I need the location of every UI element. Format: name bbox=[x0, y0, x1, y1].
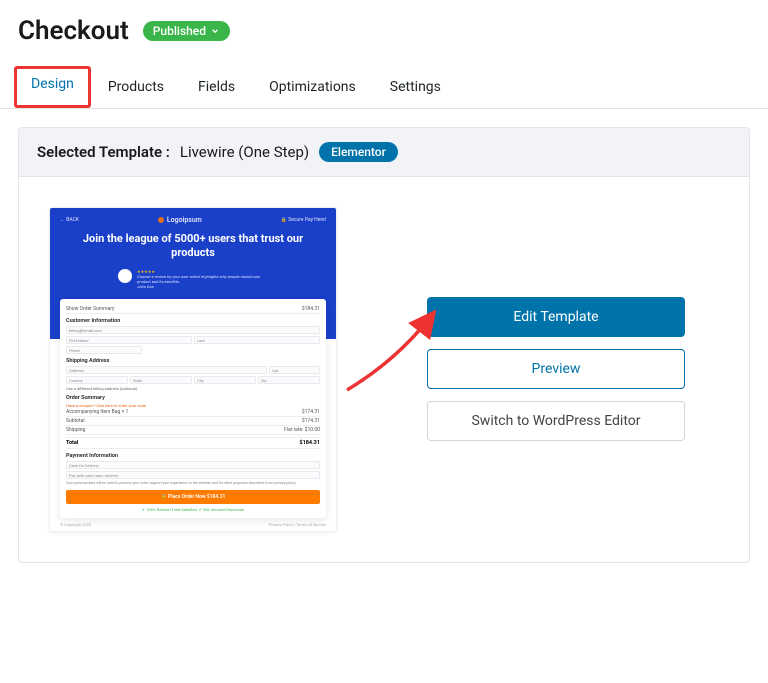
tabs-nav: Design Products Fields Optimizations Set… bbox=[0, 66, 768, 109]
template-preview-thumbnail: ← BACK Logoipsum 🔒 Secure Pay Here! Join… bbox=[49, 207, 337, 532]
line-item-name: Accompanying Item Bag × 1 bbox=[66, 409, 128, 415]
preview-back: ← BACK bbox=[60, 217, 79, 223]
status-badge[interactable]: Published bbox=[143, 21, 230, 41]
template-panel: Selected Template : Livewire (One Step) … bbox=[18, 127, 750, 563]
line-item-price: $174.31 bbox=[302, 409, 320, 415]
section-shipping: Shipping Address bbox=[66, 358, 320, 364]
phone-input: Phone bbox=[66, 346, 142, 354]
order-summary-toggle: Show Order Summary bbox=[66, 306, 114, 312]
preview-review-text: Choose a review by your user which highl… bbox=[137, 274, 268, 284]
state-input: State bbox=[130, 376, 192, 384]
subtotal-value: $174.31 bbox=[302, 418, 320, 424]
builder-pill: Elementor bbox=[319, 142, 398, 162]
total-label: Total bbox=[66, 440, 78, 446]
apt-input: Apt bbox=[269, 366, 320, 374]
section-customer: Customer Information bbox=[66, 318, 320, 324]
trust-badge-2: ✔ SSL Secured Payments bbox=[199, 507, 244, 512]
total-value: $184.31 bbox=[299, 440, 320, 446]
preview-logo: Logoipsum bbox=[158, 216, 202, 224]
tab-design[interactable]: Design bbox=[14, 66, 91, 108]
preview-review-author: John Doe bbox=[137, 284, 268, 289]
city-input: City bbox=[194, 376, 256, 384]
template-name: Livewire (One Step) bbox=[180, 143, 309, 161]
trust-badge-1: ✔ 100% Refund If Not Satisfied bbox=[142, 507, 197, 512]
terms-text: Your personal data will be used to proce… bbox=[66, 481, 320, 486]
preview-copyright: © Copyright 2023 bbox=[60, 522, 91, 527]
payment-cod: Cash On Delivery bbox=[66, 461, 320, 469]
panel-body: ← BACK Logoipsum 🔒 Secure Pay Here! Join… bbox=[19, 177, 749, 562]
page-title: Checkout bbox=[18, 16, 129, 46]
panel-head-label: Selected Template : bbox=[37, 143, 170, 161]
address-input: Address bbox=[66, 366, 267, 374]
tab-optimizations[interactable]: Optimizations bbox=[252, 66, 373, 108]
tab-products[interactable]: Products bbox=[91, 66, 181, 108]
preview-footer-links: Privacy Policy | Terms of Service bbox=[269, 522, 326, 527]
tab-fields[interactable]: Fields bbox=[181, 66, 252, 108]
zip-input: Zip bbox=[258, 376, 320, 384]
status-badge-label: Published bbox=[153, 24, 206, 38]
subtotal-label: Subtotal bbox=[66, 418, 85, 424]
shipping-value: Flat rate: $10.00 bbox=[284, 427, 320, 433]
place-order-button: 🔒 Place Order Now $184.31 bbox=[66, 490, 320, 504]
avatar bbox=[118, 269, 132, 283]
shipping-label: Shipping bbox=[66, 427, 85, 433]
preview-headline: Join the league of 5000+ users that trus… bbox=[50, 232, 336, 261]
chevron-down-icon bbox=[210, 26, 220, 36]
switch-editor-button[interactable]: Switch to WordPress Editor bbox=[427, 401, 685, 441]
payment-desc: Pay with cash upon delivery. bbox=[66, 471, 320, 479]
tab-settings[interactable]: Settings bbox=[373, 66, 458, 108]
panel-header: Selected Template : Livewire (One Step) … bbox=[19, 128, 749, 177]
edit-template-button[interactable]: Edit Template bbox=[427, 297, 685, 337]
order-summary-price: $184.31 bbox=[302, 306, 320, 312]
email-input: billing@email.com bbox=[66, 326, 320, 334]
actions-column: Edit Template Preview Switch to WordPres… bbox=[427, 297, 685, 441]
diff-address-checkbox: Use a different billing address (optiona… bbox=[66, 386, 320, 391]
preview-button[interactable]: Preview bbox=[427, 349, 685, 389]
last-name-input: Last bbox=[194, 336, 320, 344]
section-order: Order Summary bbox=[66, 395, 320, 401]
preview-secure: 🔒 Secure Pay Here! bbox=[281, 217, 326, 223]
country-input: Country bbox=[66, 376, 128, 384]
section-payment: Payment Information bbox=[66, 453, 320, 459]
first-name-input: First Name bbox=[66, 336, 192, 344]
